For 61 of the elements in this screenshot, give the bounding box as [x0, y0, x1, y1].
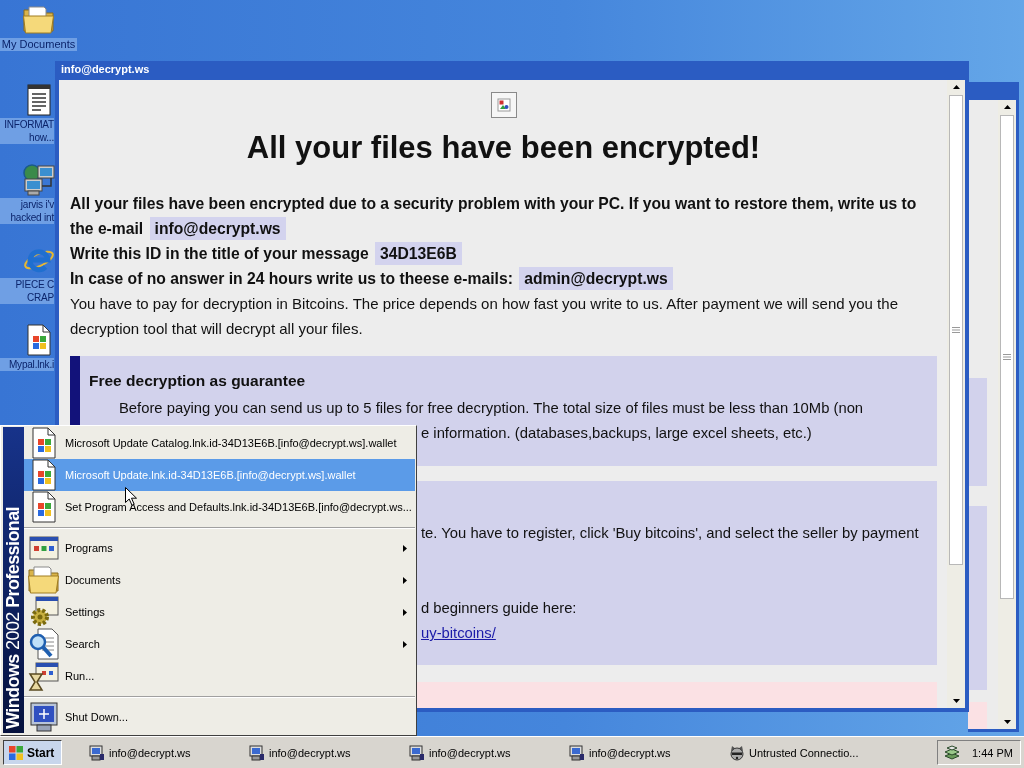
- message-text: You have to pay for decryption in Bitcoins. The price depends on how fast you write to us. After payment we will send you the decryption tool that will decrypt all your files.: [70, 294, 899, 339]
- menu-item[interactable]: Documents: [24, 564, 415, 596]
- desktop-icon-label[interactable]: My Documents: [0, 38, 78, 51]
- desktop-icon-label[interactable]: Mypal.lnk.i: [0, 358, 54, 371]
- taskbar-button[interactable]: info@decrypt.ws: [404, 740, 559, 765]
- hourglass-window-icon: [28, 660, 60, 692]
- message-text: In case of no answer in 24 hours write us to theese e-mails: admin@decrypt.ws: [70, 266, 673, 291]
- taskbar-button[interactable]: info@decrypt.ws: [84, 740, 239, 765]
- menu-item[interactable]: Programs: [24, 532, 415, 564]
- grip-icon: [1003, 354, 1011, 360]
- menu-item[interactable]: Shut Down...: [24, 701, 415, 733]
- scroll-up-arrow-icon[interactable]: [952, 85, 960, 89]
- scroll-down-arrow-icon[interactable]: [952, 699, 960, 703]
- computer-icon: [569, 744, 585, 761]
- taskbar-button[interactable]: Untrusted Connectio...: [724, 740, 879, 765]
- window-title: info@decrypt.ws: [61, 63, 150, 75]
- taskbar-button[interactable]: info@decrypt.ws: [244, 740, 399, 765]
- submenu-arrow-icon: [403, 640, 407, 648]
- banner-text: Windows 2002 Professional: [3, 507, 24, 729]
- message-text: All your files have been encrypted due to a security problem with your PC. If you want to restore them, write us to the e-mail info@decrypt.ws: [70, 191, 928, 241]
- scrollbar-thumb[interactable]: [1000, 115, 1014, 599]
- animal-face-icon: [729, 744, 745, 761]
- start-button[interactable]: Start: [3, 740, 62, 765]
- monitor-icon: [28, 701, 60, 733]
- computer-icon: [409, 744, 425, 761]
- taskbar-button[interactable]: info@decrypt.ws: [564, 740, 719, 765]
- panel-text: Before paying you can send us up to 5 files for free decryption. The total size of files must be less than 10Mb (non: [118, 399, 864, 418]
- folder-icon: [28, 564, 60, 596]
- menu-item[interactable]: Settings: [24, 596, 415, 628]
- submenu-arrow-icon: [403, 608, 407, 616]
- menu-item[interactable]: Microsoft Update Catalog.lnk.id-34D13E6B.[info@decrypt.ws].wallet: [24, 427, 415, 459]
- message-text: Write this ID in the title of your message 34D13E6B: [70, 241, 462, 266]
- gear-window-icon: [28, 596, 60, 628]
- scrollbar-thumb[interactable]: [949, 95, 963, 565]
- stacked-layers-icon[interactable]: [944, 744, 960, 761]
- panel-title: Free decryption as guarantee: [89, 371, 306, 391]
- grip-icon: [952, 327, 960, 333]
- page-heading: All your files have been encrypted!: [246, 130, 761, 166]
- computer-icon: [89, 744, 105, 761]
- panel-text: te. You have to register, click 'Buy bitcoins', and select the seller by payment: [421, 524, 919, 543]
- submenu-arrow-icon: [403, 544, 407, 552]
- menu-item[interactable]: Search: [24, 628, 415, 660]
- link[interactable]: uy-bitcoins/: [421, 621, 496, 646]
- notice-panel: [968, 702, 987, 729]
- computer-icon: [249, 744, 265, 761]
- menu-item[interactable]: Set Program Access and Defaults.lnk.id-34D13E6B.[info@decrypt.ws...: [24, 491, 415, 523]
- folder-icon[interactable]: [22, 4, 55, 36]
- flag-icon: [8, 744, 24, 761]
- search-icon: [28, 628, 60, 660]
- network-computers-icon[interactable]: [22, 164, 55, 196]
- desktop-icon-label[interactable]: PIECE C CRAP: [0, 278, 54, 304]
- clock-text: 1:44 PM: [972, 746, 1013, 759]
- panel-text: e information. (databases,backups, large excel sheets, etc.): [421, 424, 812, 443]
- desktop-icon-label[interactable]: jarvis i'v hacked int: [0, 198, 54, 224]
- panel-text: d beginners guide here:: [421, 599, 577, 618]
- broken-image-icon: [490, 92, 517, 118]
- desktop-icon-label[interactable]: INFORMAT how...: [0, 118, 54, 144]
- submenu-arrow-icon: [403, 576, 407, 584]
- menu-item[interactable]: Run...: [24, 660, 415, 692]
- scroll-up-arrow-icon[interactable]: [1003, 105, 1011, 109]
- scroll-down-arrow-icon[interactable]: [1003, 720, 1011, 724]
